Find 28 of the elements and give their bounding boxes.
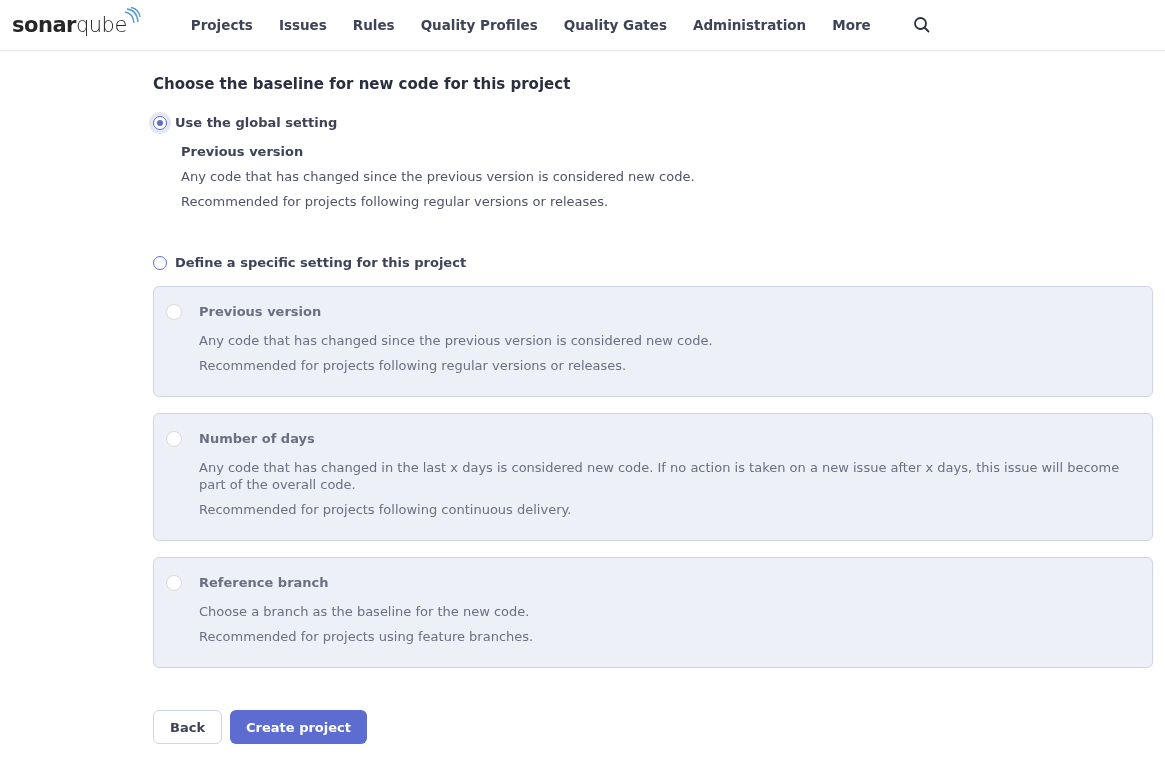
search-icon[interactable] <box>912 16 931 34</box>
back-button[interactable]: Back <box>153 710 223 744</box>
radio-button[interactable] <box>153 115 167 130</box>
nav-link[interactable]: Quality Gates <box>563 17 667 33</box>
option-label[interactable]: Define a specific setting for this project <box>175 255 467 270</box>
card-title: Previous version <box>199 304 323 319</box>
logo-text[interactable]: sonarqube <box>12 13 127 37</box>
card-description: Choose a branch as the baseline for the new code. <box>199 603 531 620</box>
setting-description: Any code that has changed since the previous version is considered new code. <box>181 169 696 184</box>
card-description: Recommended for projects using feature branches. <box>199 628 534 645</box>
option-label[interactable]: Use the global setting <box>175 115 338 130</box>
nav-link[interactable]: Issues <box>278 17 327 33</box>
nav-link[interactable]: Rules <box>352 17 395 33</box>
card-title: Number of days <box>199 431 316 446</box>
nav-link[interactable]: More <box>832 17 871 33</box>
setting-title: Previous version <box>181 144 305 159</box>
page-heading: Choose the baseline for new code for this project <box>153 75 572 93</box>
card-description: Recommended for projects following regular versions or releases. <box>199 357 628 374</box>
card-title: Reference branch <box>199 575 330 590</box>
nav-link[interactable]: Projects <box>190 17 253 33</box>
card-description: Recommended for projects following continuous delivery. <box>199 501 573 518</box>
card-description: Any code that has changed in the last x days is considered new code. If no action is taken on a new issue after x days, this issue will become part of the overall code. <box>199 459 1121 493</box>
create-project-button[interactable]: Create project <box>230 710 367 744</box>
nav-link[interactable]: Administration <box>692 17 807 33</box>
radio-button[interactable] <box>153 255 167 270</box>
card-description: Any code that has changed since the previous version is considered new code. <box>199 332 713 349</box>
nav-link[interactable]: Quality Profiles <box>420 17 538 33</box>
setting-description: Recommended for projects following regular versions or releases. <box>181 194 610 209</box>
